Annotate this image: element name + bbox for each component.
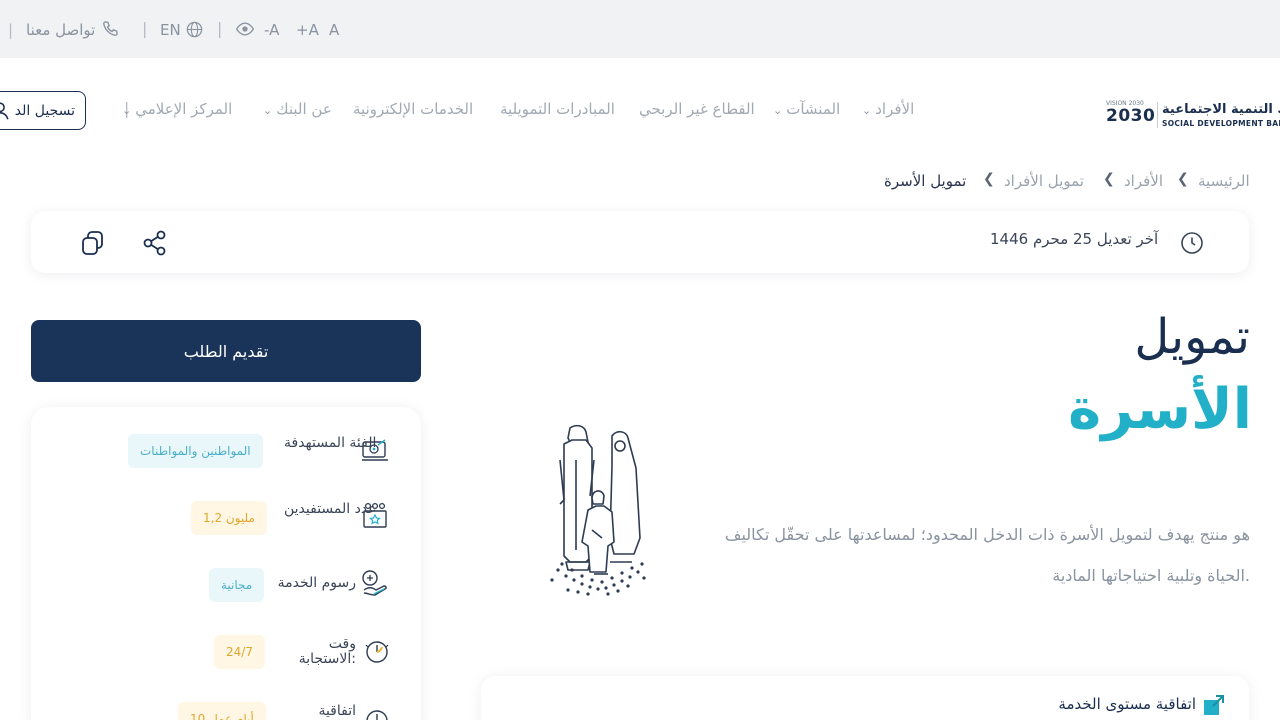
target-audience-label: الفئة المستهدفة (284, 435, 377, 451)
breadcrumb-home[interactable]: الرئيسية (1198, 170, 1250, 192)
response-time-icon (365, 641, 389, 663)
family-illustration (550, 424, 646, 596)
service-description: هو منتج يهدف لتمويل الأسرة ذات الدخل الم… (724, 525, 1250, 585)
font-increase-label: +A (296, 21, 319, 39)
bank-logo[interactable]: VISION 2030 2030 بنك التنمية الاجتماعية … (1102, 96, 1280, 136)
nav-item-individuals[interactable]: ⌄ الأفراد (862, 98, 914, 122)
nav-label: المنشآت (786, 100, 841, 118)
font-reset-label: A (329, 21, 340, 39)
service-fee-icon (362, 570, 387, 596)
clock-icon (1181, 232, 1203, 254)
breadcrumb-link[interactable]: الأفراد (1124, 170, 1163, 192)
copy-icon[interactable] (80, 229, 106, 257)
chevron-left-icon: ❮ (1177, 171, 1189, 187)
login-button[interactable]: تسجيل الد (0, 91, 86, 130)
bank-name-ar: بنك التنمية الاجتماعية (1162, 102, 1280, 117)
nav-item-establishments[interactable]: ⌄ المنشآت (773, 98, 840, 122)
nav-item-nonprofit[interactable]: القطاع غير الربحي (639, 98, 755, 120)
apply-button[interactable]: تقديم الطلب (31, 320, 421, 382)
nav-label: القطاع غير الربحي (639, 100, 755, 118)
nav-label: الأفراد (875, 100, 915, 118)
globe-icon (187, 21, 203, 38)
nav-label: المركز الإعلامي (135, 100, 233, 118)
chevron-down-icon: ⌄ (773, 104, 783, 117)
breadcrumb-link[interactable]: تمويل الأفراد (1004, 170, 1084, 192)
external-link-icon[interactable] (1201, 694, 1225, 718)
font-reset-button[interactable]: A (329, 19, 339, 41)
nav-label: عن البنك (276, 100, 332, 118)
nav-label: المبادرات التمويلية (500, 100, 615, 118)
page-title: تمويل (1134, 309, 1250, 365)
chevron-left-icon: ❮ (1103, 171, 1115, 187)
utility-separator: | (142, 19, 148, 38)
font-decrease-label: -A (264, 21, 280, 39)
phone-icon (103, 21, 118, 36)
page-title-highlight: الأسرة (1068, 377, 1252, 442)
response-time-label: وقت الاستجابة: (298, 636, 356, 667)
nav-label: الخدمات الإلكترونية (353, 100, 474, 118)
chevron-down-icon: ⌄ (122, 104, 132, 117)
last-edit-date: آخر تعديل 25 محرم 1446 (990, 230, 1159, 248)
target-audience-value: المواطنين والمواطنات (128, 434, 263, 468)
chevron-down-icon: ⌄ (862, 104, 872, 117)
apply-label: تقديم الطلب (183, 341, 269, 361)
agreement-value: 10 أيام عمل (178, 702, 266, 720)
service-fee-label: رسوم الخدمة (277, 575, 356, 591)
eye-icon (235, 22, 255, 36)
contact-label: تواصل معنا (26, 21, 96, 39)
nav-item-about[interactable]: ⌄ عن البنك (263, 98, 332, 122)
share-icon[interactable] (141, 229, 169, 257)
font-increase-button[interactable]: +A (296, 19, 319, 41)
agreement-label: اتفاقية (318, 703, 356, 719)
utility-separator: | (8, 21, 14, 39)
utility-separator: | (217, 19, 223, 38)
breadcrumb-current: تمويل الأسرة (884, 172, 967, 190)
logo-divider (1157, 102, 1158, 128)
nav-item-media-center[interactable]: ⌄ المركز الإعلامي (122, 98, 232, 122)
language-label: EN (160, 21, 181, 39)
font-decrease-button[interactable]: -A (264, 19, 279, 41)
accessibility-view-button[interactable] (234, 19, 256, 41)
response-time-value: 24/7 (214, 635, 265, 669)
language-switch[interactable]: EN (160, 19, 204, 41)
nav-item-e-services[interactable]: الخدمات الإلكترونية (353, 98, 473, 120)
agreement-icon (366, 710, 388, 720)
user-icon (0, 101, 9, 119)
nav-item-initiatives[interactable]: المبادرات التمويلية (500, 98, 615, 120)
login-label: تسجيل الد (14, 102, 75, 119)
contact-link[interactable]: تواصل معنا (26, 19, 120, 41)
service-fee-value: مجانية (209, 568, 265, 602)
chevron-down-icon: ⌄ (263, 104, 273, 117)
beneficiaries-value: 1,2 مليون (191, 501, 267, 535)
vision-year: 2030 (1106, 106, 1156, 126)
bank-name-en: SOCIAL DEVELOPMENT BANK (1162, 119, 1280, 128)
vision-2030-logo: VISION 2030 2030 (1106, 100, 1156, 132)
chevron-left-icon: ❮ (983, 171, 995, 187)
sla-title: اتفاقية مستوى الخدمة (1058, 695, 1196, 713)
beneficiaries-label: عدد المستفيدين (284, 501, 377, 517)
